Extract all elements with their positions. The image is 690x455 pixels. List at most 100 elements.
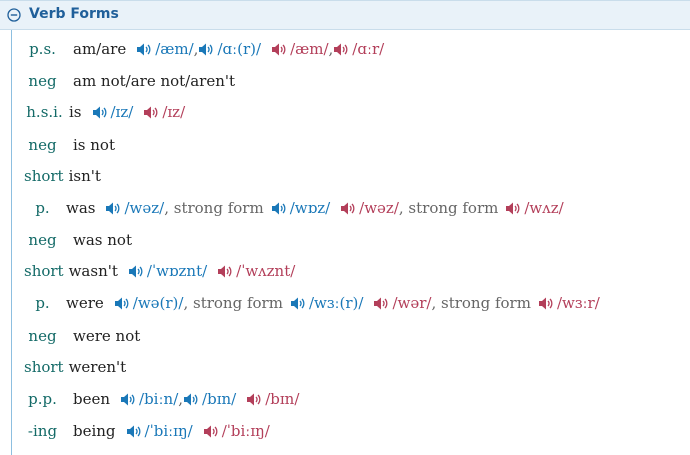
us-pronunciation[interactable]: /ɪz/ [143, 103, 185, 121]
form-word: wasn't [68, 262, 118, 280]
speaker-icon[interactable] [333, 42, 350, 57]
us-pronunciation[interactable]: /ɑːr/ [333, 40, 384, 58]
us-pronunciation[interactable]: /æm/ [271, 40, 329, 58]
form-word: am not/are not/aren't [73, 72, 236, 90]
separator: , strong form [164, 199, 264, 217]
form-label: p. [35, 294, 50, 312]
speaker-icon[interactable] [105, 201, 122, 216]
uk-pronunciation[interactable]: /biːn/ [120, 390, 178, 408]
form-word: is [69, 103, 82, 121]
form-label: short [24, 262, 64, 280]
verb-form-row-hsi-short: short isn't [0, 165, 101, 187]
form-word: am/are [73, 40, 127, 58]
uk-pronunciation[interactable]: /ˈwɒznt/ [128, 262, 207, 280]
uk-ipa: /ˈwɒznt/ [146, 262, 208, 280]
uk-ipa: /biːn/ [139, 390, 179, 408]
us-pronunciation[interactable]: /wəz/ [340, 199, 399, 217]
uk-ipa: /wəz/ [124, 199, 165, 217]
us-ipa: /wʌz/ [524, 199, 564, 217]
uk-ipa: /ˈbiːɪŋ/ [144, 422, 193, 440]
form-word: were [66, 294, 104, 312]
speaker-icon[interactable] [183, 392, 200, 407]
us-ipa: /wɜːr/ [556, 294, 600, 312]
form-word: was not [73, 231, 132, 249]
speaker-icon[interactable] [203, 424, 220, 439]
form-word: isn't [68, 167, 101, 185]
speaker-icon[interactable] [505, 201, 522, 216]
us-ipa: /wəz/ [359, 199, 399, 217]
verb-forms-header[interactable]: Verb Forms [0, 0, 690, 30]
uk-pronunciation[interactable]: /ɑː(r)/ [198, 40, 261, 58]
verb-form-row-past: p. was /wəz/ , strong form /wɒz/ /wəz/ ,… [0, 197, 564, 219]
speaker-icon[interactable] [373, 296, 390, 311]
form-label: p.s. [29, 40, 56, 58]
us-pronunciation[interactable]: /wɜːr/ [538, 294, 600, 312]
speaker-icon[interactable] [271, 201, 288, 216]
speaker-icon[interactable] [136, 42, 153, 57]
speaker-icon[interactable] [143, 105, 160, 120]
uk-ipa: /ɪz/ [110, 103, 134, 121]
speaker-icon[interactable] [538, 296, 555, 311]
speaker-icon[interactable] [114, 296, 131, 311]
speaker-icon[interactable] [340, 201, 357, 216]
speaker-icon[interactable] [198, 42, 215, 57]
verb-form-row-ps: p.s. am/are /æm/ , /ɑː(r)/ /æm/ , /ɑːr/ [0, 38, 384, 60]
uk-ipa: /wə(r)/ [132, 294, 184, 312]
form-label: neg [28, 327, 57, 345]
verb-form-row-past-participle: p.p. been /biːn/ , /bɪn/ /bɪn/ [0, 388, 299, 410]
form-word: is not [73, 136, 115, 154]
uk-ipa: /æm/ [155, 40, 194, 58]
speaker-icon[interactable] [246, 392, 263, 407]
verb-form-row-ing: -ing being /ˈbiːɪŋ/ /ˈbiːɪŋ/ [0, 420, 270, 442]
uk-pronunciation[interactable]: /ɪz/ [92, 103, 134, 121]
us-ipa: /ɑːr/ [352, 40, 385, 58]
form-label: -ing [27, 422, 58, 440]
uk-pronunciation[interactable]: /bɪn/ [183, 390, 236, 408]
form-word: were not [73, 327, 141, 345]
speaker-icon[interactable] [126, 424, 143, 439]
us-pronunciation[interactable]: /ˈwʌznt/ [217, 262, 295, 280]
us-pronunciation[interactable]: /wər/ [373, 294, 431, 312]
us-pronunciation[interactable]: /ˈbiːɪŋ/ [203, 422, 270, 440]
uk-pronunciation[interactable]: /ˈbiːɪŋ/ [126, 422, 193, 440]
speaker-icon[interactable] [92, 105, 109, 120]
uk-ipa: /wɒz/ [289, 199, 331, 217]
us-pronunciation[interactable]: /wʌz/ [505, 199, 564, 217]
us-pronunciation[interactable]: /bɪn/ [246, 390, 299, 408]
speaker-icon[interactable] [290, 296, 307, 311]
uk-pronunciation[interactable]: /æm/ [136, 40, 194, 58]
form-word: being [73, 422, 116, 440]
form-label: short [24, 167, 64, 185]
speaker-icon[interactable] [128, 264, 145, 279]
verb-form-row-past-neg: neg was not [0, 229, 132, 251]
form-word: was [66, 199, 96, 217]
form-label: p.p. [28, 390, 57, 408]
us-ipa: /ˈwʌznt/ [236, 262, 296, 280]
uk-pronunciation[interactable]: /wəz/ [105, 199, 164, 217]
section-title: Verb Forms [29, 6, 119, 22]
verb-form-row-past-plural: p. were /wə(r)/ , strong form /wɜː(r)/ /… [0, 292, 600, 314]
form-label: p. [35, 199, 50, 217]
us-ipa: /æm/ [290, 40, 329, 58]
us-ipa: /ˈbiːɪŋ/ [221, 422, 270, 440]
verb-forms-panel: Verb Forms p.s. am/are /æm/ , /ɑː(r)/ /æ… [0, 0, 690, 455]
speaker-icon[interactable] [271, 42, 288, 57]
separator: , strong form [183, 294, 283, 312]
uk-ipa: /ɑː(r)/ [217, 40, 262, 58]
verb-form-row-past-plural-neg: neg were not [0, 325, 140, 347]
verb-form-row-past-plural-short: short weren't [0, 356, 126, 378]
verb-form-row-hsi: h.s.i. is /ɪz/ /ɪz/ [0, 101, 185, 123]
speaker-icon[interactable] [217, 264, 234, 279]
circle-minus-icon[interactable] [7, 8, 21, 22]
separator: , strong form [398, 199, 499, 217]
form-label: neg [28, 136, 57, 154]
form-label: neg [28, 231, 57, 249]
form-label: short [24, 358, 64, 376]
us-ipa: /ɪz/ [162, 103, 186, 121]
form-word: weren't [68, 358, 127, 376]
uk-pronunciation[interactable]: /wɜː(r)/ [290, 294, 363, 312]
uk-pronunciation[interactable]: /wɒz/ [271, 199, 330, 217]
uk-pronunciation[interactable]: /wə(r)/ [114, 294, 184, 312]
speaker-icon[interactable] [120, 392, 137, 407]
form-word: been [73, 390, 111, 408]
